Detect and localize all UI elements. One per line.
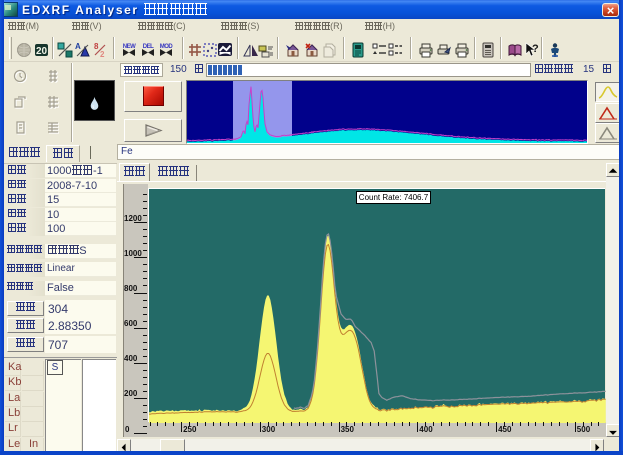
svg-text:20: 20: [36, 46, 48, 57]
svg-text:A: A: [75, 42, 81, 51]
svg-text:?: ?: [532, 43, 539, 55]
svg-text:8: 8: [94, 42, 99, 51]
svg-text:2: 2: [100, 50, 105, 58]
svg-text:DEL: DEL: [142, 44, 153, 50]
svg-text:NEW: NEW: [123, 44, 136, 50]
svg-text:MOD: MOD: [160, 44, 174, 50]
